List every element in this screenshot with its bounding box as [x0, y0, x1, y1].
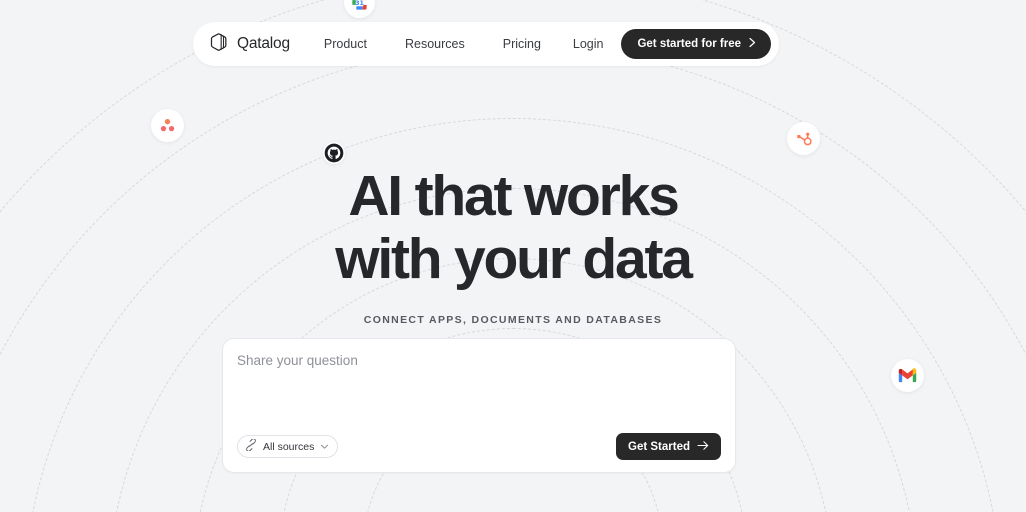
brand-logo[interactable]: Qatalog	[209, 32, 290, 57]
google-calendar-icon[interactable]: 31	[344, 0, 375, 18]
login-link[interactable]: Login	[573, 37, 604, 51]
page-title: AI that works with your data	[0, 168, 1026, 288]
arrow-right-icon	[697, 440, 709, 454]
all-sources-label: All sources	[263, 440, 315, 453]
asana-icon[interactable]	[151, 109, 184, 142]
nav-link-resources[interactable]: Resources	[405, 37, 465, 51]
get-started-for-free-button[interactable]: Get started for free	[621, 29, 771, 59]
hero-title-line-1: AI that works	[348, 164, 679, 228]
github-icon[interactable]	[323, 142, 345, 164]
get-started-button[interactable]: Get Started	[616, 433, 721, 460]
hero-section: AI that works with your data CONNECT APP…	[0, 168, 1026, 327]
cta-label: Get started for free	[637, 38, 741, 50]
qatalog-cube-icon	[209, 32, 229, 57]
landing-page: Qatalog Product Resources Pricing Login …	[0, 0, 1026, 512]
brand-name: Qatalog	[237, 35, 290, 52]
nav-link-pricing[interactable]: Pricing	[503, 37, 541, 51]
nav-link-product[interactable]: Product	[324, 37, 367, 51]
hero-title-line-2: with your data	[335, 227, 693, 291]
all-sources-dropdown[interactable]: All sources	[237, 435, 339, 458]
main-navbar: Qatalog Product Resources Pricing Login …	[193, 22, 779, 66]
hubspot-icon[interactable]	[787, 122, 820, 155]
plug-icon	[245, 437, 257, 456]
question-card: All sources Get Started	[222, 338, 736, 473]
svg-text:31: 31	[355, 0, 364, 7]
chevron-down-icon	[320, 438, 329, 456]
chevron-right-icon	[748, 37, 757, 51]
question-input[interactable]	[237, 353, 721, 368]
question-card-footer: All sources Get Started	[237, 433, 721, 460]
gmail-icon[interactable]	[891, 359, 924, 392]
nav-links: Product Resources Pricing	[324, 37, 541, 51]
hero-subtitle: CONNECT APPS, DOCUMENTS AND DATABASES	[363, 314, 663, 326]
get-started-label: Get Started	[628, 440, 690, 453]
